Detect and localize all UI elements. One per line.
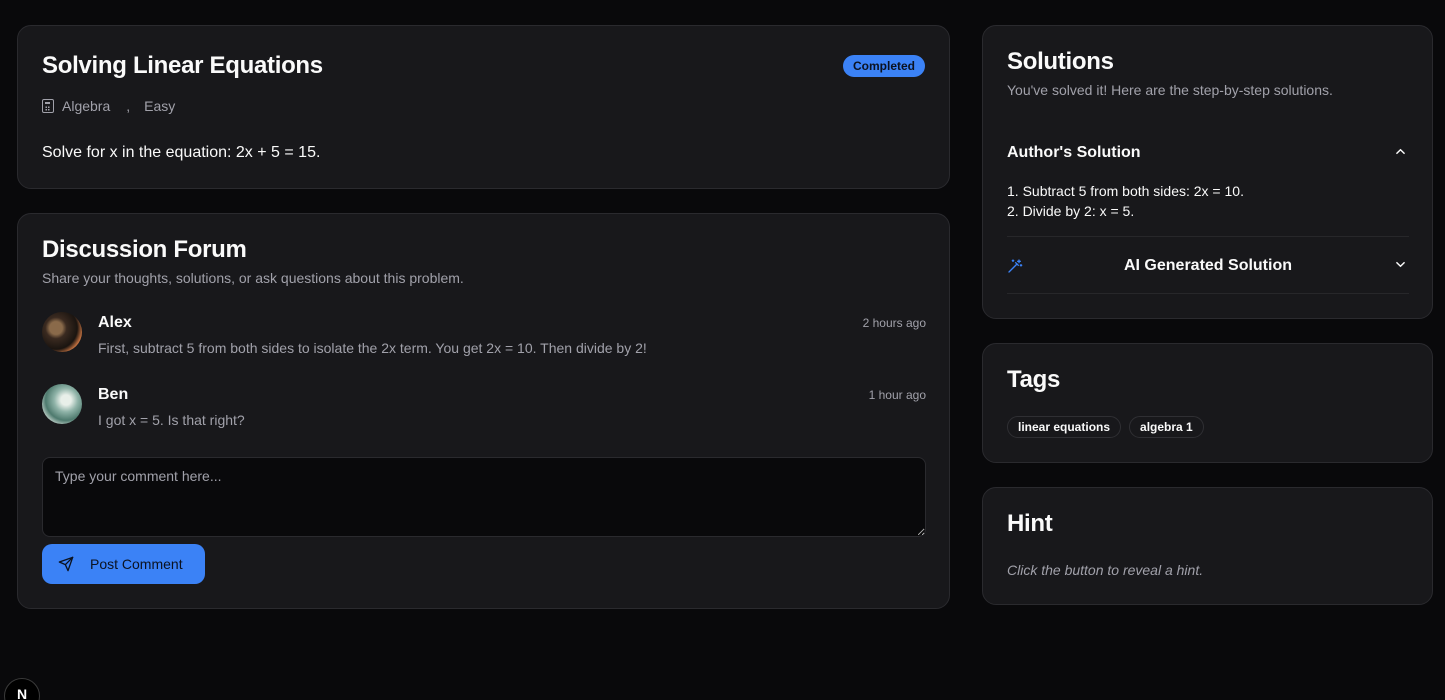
- solution-step: 1. Subtract 5 from both sides: 2x = 10.: [1007, 183, 1244, 199]
- hint-text: Click the button to reveal a hint.: [1007, 562, 1204, 578]
- comment-time: 2 hours ago: [862, 316, 926, 330]
- forum-subtitle: Share your thoughts, solutions, or ask q…: [42, 270, 464, 286]
- problem-meta: Algebra , Easy: [42, 98, 175, 114]
- status-badge: Completed: [842, 55, 925, 77]
- solutions-title: Solutions: [1007, 48, 1114, 75]
- problem-card: Solving Linear Equations Completed Algeb…: [17, 25, 950, 189]
- solution-step: 2. Divide by 2: x = 5.: [1007, 203, 1135, 219]
- discussion-forum-card: Discussion Forum Share your thoughts, so…: [17, 213, 950, 609]
- post-comment-label: Post Comment: [90, 556, 183, 572]
- avatar: [42, 312, 82, 352]
- tags-card: Tags linear equations algebra 1: [982, 343, 1433, 463]
- comment-author: Alex: [98, 314, 132, 331]
- hint-title: Hint: [1007, 510, 1053, 537]
- calculator-icon: [42, 99, 54, 113]
- post-comment-button[interactable]: Post Comment: [42, 544, 205, 584]
- comment-text: I got x = 5. Is that right?: [98, 412, 245, 428]
- chevron-up-icon: [1396, 148, 1405, 155]
- tag-badge[interactable]: algebra 1: [1129, 416, 1204, 438]
- ai-solution-toggle[interactable]: AI Generated Solution: [1007, 254, 1409, 278]
- forum-title: Discussion Forum: [42, 236, 247, 263]
- divider: [1007, 236, 1409, 237]
- subject-label: Algebra: [62, 98, 111, 114]
- tags-title: Tags: [1007, 366, 1061, 393]
- comment-input[interactable]: [42, 457, 926, 537]
- comment-item: Ben 1 hour ago I got x = 5. Is that righ…: [42, 384, 926, 444]
- avatar: [42, 384, 82, 424]
- difficulty-label: Easy: [144, 98, 176, 114]
- send-icon: [58, 556, 74, 572]
- tag-badge[interactable]: linear equations: [1007, 416, 1122, 438]
- author-solution-toggle[interactable]: Author's Solution: [1007, 141, 1409, 165]
- tag-list: linear equations algebra 1: [1007, 416, 1204, 438]
- meta-separator: ,: [126, 98, 131, 114]
- problem-title: Solving Linear Equations: [42, 52, 323, 79]
- comment-time: 1 hour ago: [868, 388, 926, 402]
- comment-item: Alex 2 hours ago First, subtract 5 from …: [42, 312, 926, 372]
- divider: [1007, 293, 1409, 294]
- ai-solution-title: AI Generated Solution: [1123, 257, 1292, 274]
- chevron-down-icon: [1396, 261, 1405, 268]
- author-solution-body: 1. Subtract 5 from both sides: 2x = 10. …: [1007, 181, 1244, 221]
- hint-card: Hint Click the button to reveal a hint.: [982, 487, 1433, 605]
- dev-tools-badge[interactable]: N: [4, 678, 40, 700]
- solutions-subtitle: You've solved it! Here are the step-by-s…: [1007, 82, 1333, 98]
- comment-text: First, subtract 5 from both sides to iso…: [98, 340, 647, 356]
- solutions-card: Solutions You've solved it! Here are the…: [982, 25, 1433, 319]
- author-solution-title: Author's Solution: [1007, 144, 1141, 161]
- comment-author: Ben: [98, 386, 129, 403]
- problem-statement: Solve for x in the equation: 2x + 5 = 15…: [42, 144, 321, 161]
